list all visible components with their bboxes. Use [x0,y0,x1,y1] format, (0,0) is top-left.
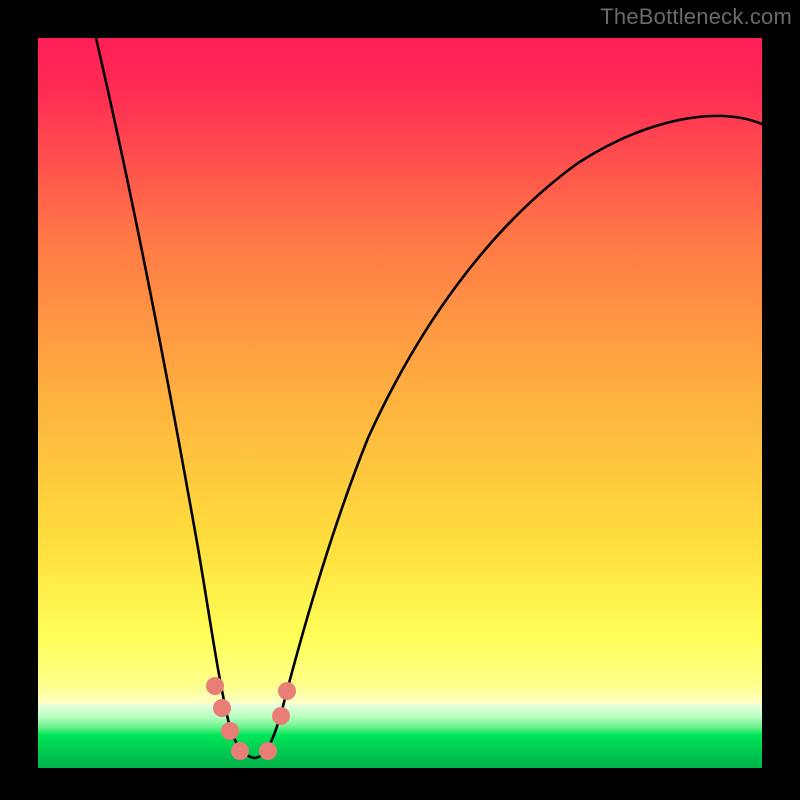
curve-layer [38,38,762,768]
marker-point [221,722,239,740]
watermark-text: TheBottleneck.com [600,4,792,30]
bottleneck-chart [38,38,762,768]
marker-point [231,742,249,760]
bottleneck-curve [96,38,762,758]
marker-point [213,699,231,717]
marker-point [278,682,296,700]
marker-group [206,677,296,760]
marker-point [272,707,290,725]
marker-point [206,677,224,695]
marker-point [259,742,277,760]
frame: TheBottleneck.com [0,0,800,800]
